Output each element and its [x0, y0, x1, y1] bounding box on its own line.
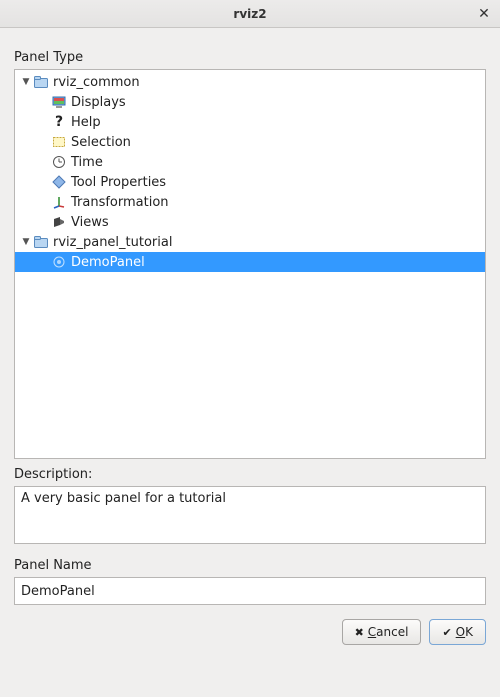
- tree-item-label: Time: [71, 155, 103, 170]
- tree-item-time[interactable]: Time: [15, 152, 485, 172]
- dialog-buttons: ✖ Cancel ✔ OK: [14, 619, 486, 645]
- tree-group-rviz-panel-tutorial[interactable]: ▼ rviz_panel_tutorial: [15, 232, 485, 252]
- ok-icon: ✔: [442, 626, 451, 639]
- cancel-button[interactable]: ✖ Cancel: [342, 619, 422, 645]
- cancel-label-rest: ancel: [376, 625, 408, 639]
- tree-item-views[interactable]: Views: [15, 212, 485, 232]
- folder-icon: [33, 234, 49, 250]
- tree-item-selection[interactable]: Selection: [15, 132, 485, 152]
- expand-icon[interactable]: ▼: [19, 237, 33, 247]
- tree-item-displays[interactable]: Displays: [15, 92, 485, 112]
- tree-item-label: Selection: [71, 135, 131, 150]
- tree-item-demopanel[interactable]: DemoPanel: [15, 252, 485, 272]
- selection-icon: [51, 134, 67, 150]
- tree-item-tool-properties[interactable]: Tool Properties: [15, 172, 485, 192]
- titlebar: rviz2 ✕: [0, 0, 500, 28]
- tree-item-label: Tool Properties: [71, 175, 166, 190]
- tool-properties-icon: [51, 174, 67, 190]
- views-icon: [51, 214, 67, 230]
- tree-item-transformation[interactable]: Transformation: [15, 192, 485, 212]
- close-button[interactable]: ✕: [474, 4, 494, 24]
- window-title: rviz2: [0, 7, 500, 21]
- displays-icon: [51, 94, 67, 110]
- tree-item-label: DemoPanel: [71, 255, 145, 270]
- panel-name-input[interactable]: [14, 577, 486, 605]
- tree-item-label: Views: [71, 215, 109, 230]
- transformation-icon: [51, 194, 67, 210]
- panel-type-label: Panel Type: [14, 50, 486, 65]
- tree-item-label: Help: [71, 115, 101, 130]
- folder-icon: [33, 74, 49, 90]
- tree-item-help[interactable]: ? Help: [15, 112, 485, 132]
- description-label: Description:: [14, 467, 486, 482]
- description-text: A very basic panel for a tutorial: [21, 491, 226, 506]
- tree-item-label: Displays: [71, 95, 126, 110]
- tree-group-label: rviz_panel_tutorial: [53, 235, 172, 250]
- tree-group-label: rviz_common: [53, 75, 140, 90]
- demo-panel-icon: [51, 254, 67, 270]
- ok-label-rest: K: [465, 625, 473, 639]
- ok-button[interactable]: ✔ OK: [429, 619, 486, 645]
- panel-name-label: Panel Name: [14, 558, 486, 573]
- tree-item-label: Transformation: [71, 195, 169, 210]
- close-icon: ✕: [478, 6, 490, 22]
- time-icon: [51, 154, 67, 170]
- panel-type-tree[interactable]: ▼ rviz_common Displays ? Help Selection: [14, 69, 486, 459]
- tree-group-rviz-common[interactable]: ▼ rviz_common: [15, 72, 485, 92]
- expand-icon[interactable]: ▼: [19, 77, 33, 87]
- help-icon: ?: [51, 114, 67, 130]
- description-box: A very basic panel for a tutorial: [14, 486, 486, 544]
- cancel-icon: ✖: [355, 626, 364, 639]
